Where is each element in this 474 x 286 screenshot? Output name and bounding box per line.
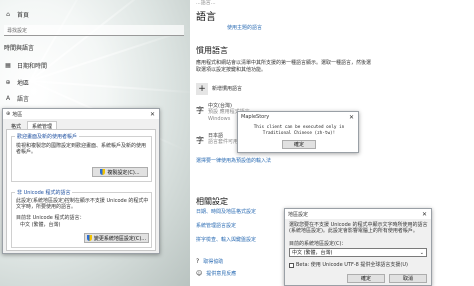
plus-icon: +	[196, 83, 208, 95]
close-icon[interactable]: ✕	[146, 109, 159, 119]
shield-icon	[86, 235, 92, 241]
feedback-link[interactable]: ☺ 提供意見反應	[196, 270, 236, 277]
maplestory-titlebar[interactable]: MapleStory	[238, 112, 358, 122]
help-label: 取得協助	[203, 259, 224, 265]
button-label: 確定	[360, 276, 371, 282]
related-link-admin-language[interactable]: 系統管理語言設定	[196, 222, 236, 229]
calendar-icon: ▦	[5, 61, 11, 69]
globe-icon: ⊕	[6, 111, 11, 117]
copy-settings-button[interactable]: 複製設定(C)...	[92, 167, 148, 177]
locale-titlebar[interactable]: 地區設定	[285, 209, 431, 219]
button-label: 確定	[293, 142, 304, 148]
globe-icon: ⊕	[5, 78, 11, 86]
help-icon: ?	[196, 258, 200, 265]
group-desc: 檢視和複製您的國際設定到歡迎畫面、系統帳戶及新的使用者帳戶。	[16, 143, 147, 155]
language-sub: Windows	[208, 116, 231, 122]
language-glyph-icon: 字	[196, 106, 204, 115]
nav-item-label: 語言	[17, 96, 30, 103]
nav-item-region[interactable]: ⊕ 地區	[4, 77, 29, 88]
language-glyph-icon: 字	[196, 136, 204, 145]
tab-panel: 歡迎畫面及新的使用者帳戶 檢視和複製您的國際設定到歡迎畫面、系統帳戶及新的使用者…	[6, 129, 156, 251]
page-title: 語言	[196, 12, 216, 23]
locale-cancel-button[interactable]: 取消	[389, 274, 427, 283]
nav-section-title: 時間與語言	[4, 45, 35, 52]
related-link-datetime[interactable]: 日期、時間及地區格式設定	[196, 208, 256, 215]
nav-item-label: 地區	[17, 80, 30, 87]
preferred-languages-desc: 應用程式和網站會以清單中其所支援的第一種語言顯示。選取一種語言，然後選取選項以設…	[196, 60, 372, 73]
nav-item-datetime[interactable]: ▦ 日期和時間	[4, 60, 47, 71]
nav-item-language[interactable]: A 語言	[4, 93, 29, 104]
feedback-label: 提供意見反應	[206, 271, 237, 277]
close-icon[interactable]: ✕	[418, 209, 431, 219]
group-title: 歡迎畫面及新的使用者帳戶	[15, 133, 80, 140]
language-icon: A	[5, 94, 11, 102]
nav-item-label: 日期和時間	[17, 63, 48, 70]
feedback-icon: ☺	[196, 270, 203, 277]
change-locale-button[interactable]: 變更系統地區設定(C)...	[84, 233, 149, 243]
nav-home[interactable]: ⌂ 首頁	[4, 9, 29, 20]
choose-input-link[interactable]: 選擇要一律使用為預設值的輸入法	[196, 157, 271, 164]
add-language-label: 新增慣用語言	[212, 85, 243, 92]
error-message: This client can be executed only in Trad…	[253, 125, 345, 136]
dialog-title: 地區	[12, 111, 23, 118]
checkbox-label: Beta: 使用 Unicode UTF-8 提供全球語言支援(U)	[296, 262, 408, 268]
language-sub: 語言套件可用	[208, 139, 239, 145]
button-label: 變更系統地區設定(C)...	[93, 235, 147, 242]
button-label: 取消	[402, 276, 413, 282]
nav-home-label: 首頁	[17, 12, 30, 19]
chevron-down-icon: ⌄	[419, 249, 424, 256]
close-icon[interactable]: ✕	[345, 112, 358, 122]
ok-button[interactable]: 確定	[282, 140, 316, 149]
dialog-title: 地區設定	[288, 211, 309, 218]
region-dialog: ⊕ 地區 ✕ 格式 系統管理 歡迎畫面及新的使用者帳戶 檢視和複製您的國際設定到…	[2, 108, 160, 254]
top-snippet: ...語言...	[196, 0, 216, 6]
get-help-link[interactable]: ? 取得協助	[196, 258, 223, 265]
shield-icon	[100, 169, 106, 175]
find-setting-search[interactable]: 尋找設定	[4, 25, 184, 36]
locale-select[interactable]: 中文 (繁體，台灣) ⌄	[289, 248, 427, 257]
locale-ok-button[interactable]: 確定	[347, 274, 385, 283]
locale-settings-dialog: 地區設定 ✕ 選取您要在不支援 Unicode 的程式中顯示文字時所使用的語言(…	[284, 208, 432, 286]
group-desc: 此設定(系統地區設定)控制在顯示不支援 Unicode 的程式中文字時，所要使用…	[16, 198, 149, 210]
related-link-typing[interactable]: 拼字檢查、輸入與鍵盤設定	[196, 236, 256, 243]
button-label: 複製設定(C)...	[107, 169, 140, 176]
utf8-beta-checkbox[interactable]: Beta: 使用 Unicode UTF-8 提供全球語言支援(U)	[289, 262, 408, 269]
checkbox-icon	[289, 263, 294, 268]
current-locale-value: 中文 (繁體，台灣)	[20, 222, 61, 228]
preferred-languages-heading: 慣用語言	[196, 46, 228, 55]
add-language-button[interactable]: + 新增慣用語言	[196, 83, 242, 95]
welcome-screen-group: 歡迎畫面及新的使用者帳戶 檢視和複製您的國際設定到歡迎畫面、系統帳戶及新的使用者…	[11, 133, 152, 182]
region-dialog-titlebar[interactable]: ⊕ 地區	[3, 109, 159, 119]
non-unicode-group: 非 Unicode 程式的語言 此設定(系統地區設定)控制在顯示不支援 Unic…	[11, 189, 152, 248]
locale-select-label: 目前的系統地區設定(C)：	[289, 241, 347, 247]
light-ray	[29, 0, 165, 82]
group-title: 非 Unicode 程式的語言	[15, 189, 73, 196]
locale-desc: 選取您要在不支援 Unicode 的程式中顯示文字時所使用的語言(系統地區設定)…	[289, 222, 428, 234]
select-value: 中文 (繁體，台灣)	[292, 250, 333, 256]
search-placeholder: 尋找設定	[7, 27, 28, 34]
dialog-title: MapleStory	[241, 114, 270, 120]
home-icon: ⌂	[6, 10, 10, 18]
maplestory-dialog: MapleStory ✕ This client can be executed…	[237, 111, 359, 153]
theme-language-link[interactable]: 使用主題的語言	[227, 24, 262, 31]
related-settings-heading: 相關設定	[196, 197, 228, 206]
current-locale-label: 目前非 Unicode 程式的語言：	[16, 215, 85, 221]
